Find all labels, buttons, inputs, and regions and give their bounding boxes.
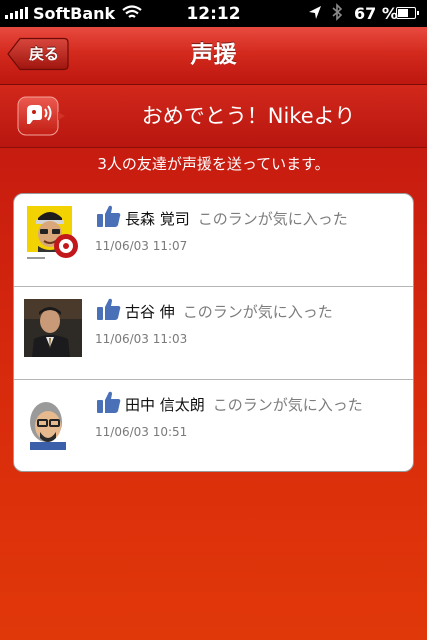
friend-name: 田中 信太朗: [125, 396, 205, 414]
thumbs-up-icon: [96, 204, 122, 232]
list-item[interactable]: 田中 信太朗 このランが気に入った 11/06/03 10:51: [14, 380, 413, 471]
avatar: [24, 206, 82, 264]
back-button[interactable]: 戻る: [7, 37, 69, 71]
list-item[interactable]: 長森 覚司 このランが気に入った 11/06/03 11:07: [14, 194, 413, 287]
cheer-action: このランが気に入った: [182, 303, 333, 321]
speaker-cheer-icon: [17, 96, 67, 140]
page-title: 声援: [190, 42, 237, 68]
battery-percent: 67 %: [354, 4, 398, 23]
cheer-action: このランが気に入った: [197, 210, 348, 228]
cheer-count-text: 3人の友達が声援を送っています。: [97, 155, 330, 173]
cheer-text: 田中 信太朗 このランが気に入った: [125, 394, 363, 415]
cheers-list: 長森 覚司 このランが気に入った 11/06/03 11:07 古谷 伸このランが…: [13, 193, 414, 472]
timestamp: 11/06/03 11:07: [95, 239, 188, 253]
friend-name: 古谷 伸: [125, 303, 175, 321]
timestamp: 11/06/03 10:51: [95, 425, 188, 439]
navigation-bar: 戻る 声援: [0, 27, 427, 85]
bluetooth-icon: [331, 3, 343, 25]
status-bar: SoftBank 12:12 67 %: [0, 0, 427, 27]
timestamp: 11/06/03 11:03: [95, 332, 188, 346]
cheer-banner: おめでとう！Nikeより: [0, 85, 427, 148]
thumbs-up-icon: [96, 297, 122, 325]
avatar: [24, 299, 82, 357]
banner-message: おめでとう！Nikeより: [141, 104, 356, 128]
back-button-label: 戻る: [28, 45, 59, 63]
list-item[interactable]: 古谷 伸このランが気に入った 11/06/03 11:03: [14, 287, 413, 380]
location-arrow-icon: [308, 5, 322, 24]
avatar: [24, 392, 82, 450]
friend-name: 長森 覚司: [125, 210, 190, 228]
cheer-action: このランが気に入った: [212, 396, 363, 414]
cheer-text: 長森 覚司 このランが気に入った: [125, 208, 348, 229]
thumbs-up-icon: [96, 390, 122, 418]
battery-icon: [396, 7, 419, 19]
cheer-text: 古谷 伸このランが気に入った: [125, 301, 333, 322]
